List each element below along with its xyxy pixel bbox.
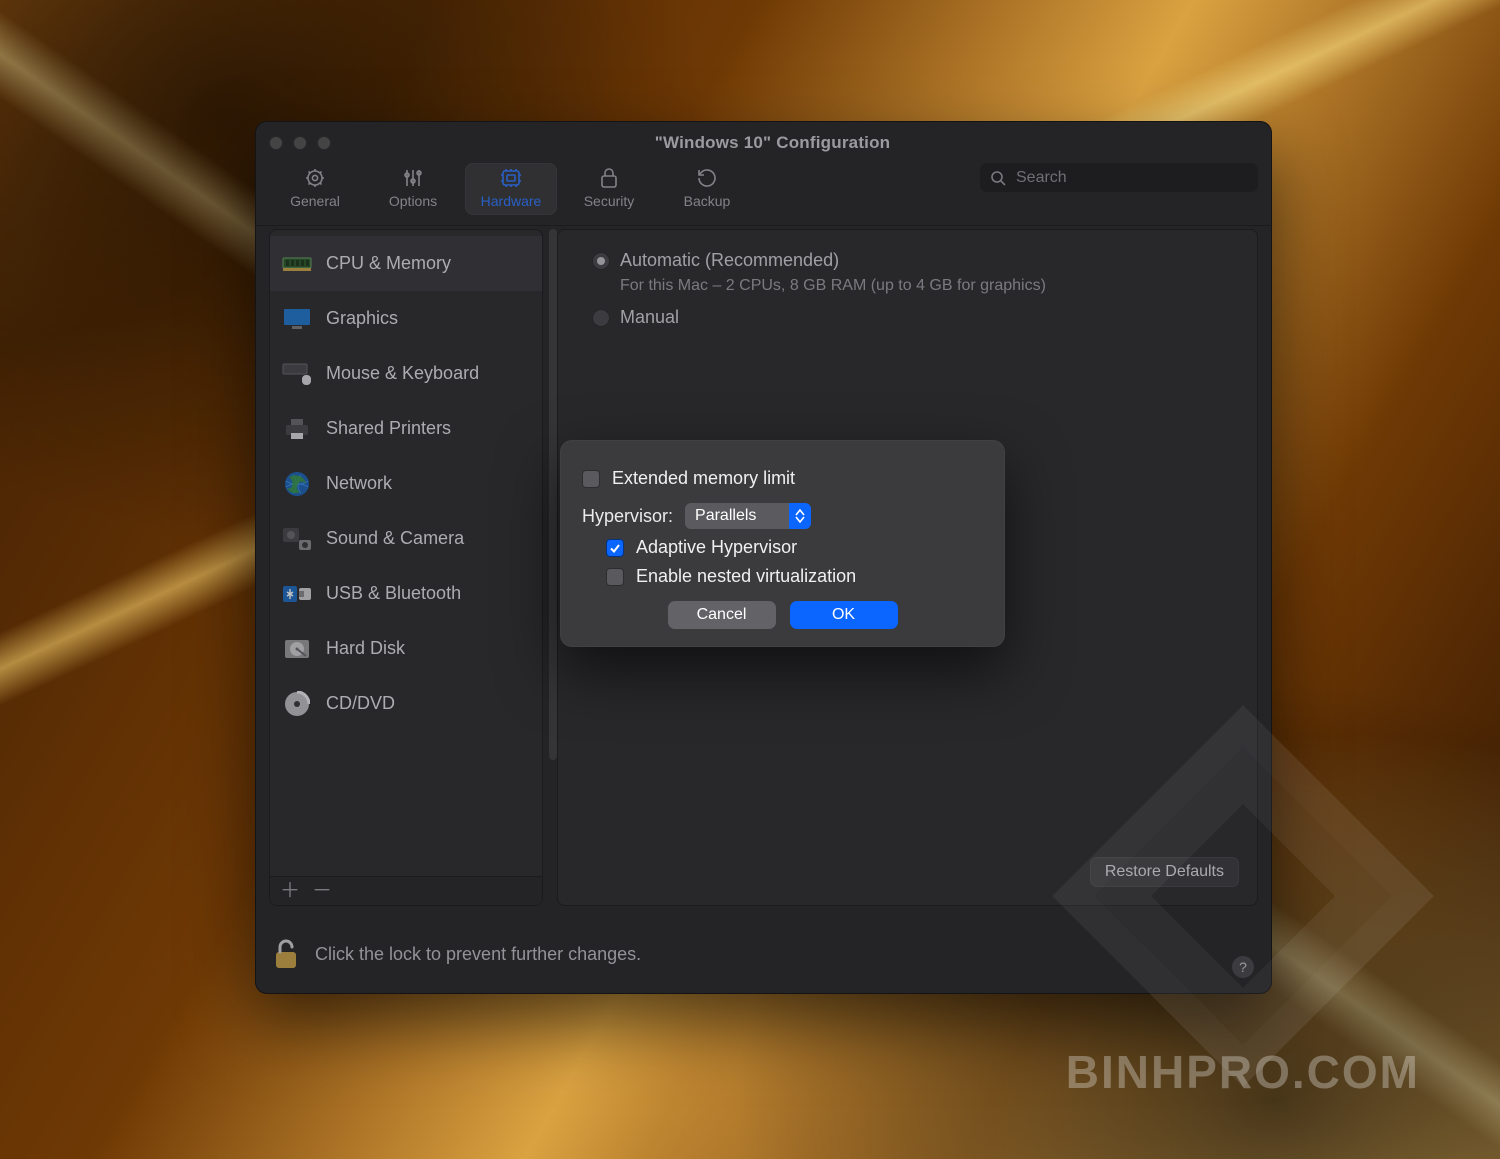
search-field[interactable] [980,163,1258,192]
lock-bar: Click the lock to prevent further change… [271,926,1256,982]
disc-icon [280,689,314,719]
window-traffic-lights [269,136,331,150]
nested-virtualization-row[interactable]: Enable nested virtualization [606,566,983,587]
hypervisor-row: Hypervisor: Parallels [582,503,983,529]
sidebar-item-label: Mouse & Keyboard [326,363,479,384]
radio-label: Automatic (Recommended) [620,250,839,271]
select-value: Parallels [695,507,756,525]
unlock-icon[interactable] [271,937,301,971]
lock-text: Click the lock to prevent further change… [315,944,641,965]
tab-general[interactable]: General [269,163,361,215]
printer-icon [280,414,314,444]
checkbox-icon [606,568,624,586]
adaptive-hypervisor-row[interactable]: Adaptive Hypervisor [606,537,983,558]
tab-label: General [290,193,340,209]
sidebar-item-mouse-keyboard[interactable]: Mouse & Keyboard [270,346,542,401]
display-icon [280,304,314,334]
minimize-icon[interactable] [293,136,307,150]
tab-backup[interactable]: Backup [661,163,753,215]
window-titlebar: "Windows 10" Configuration [255,121,1272,159]
chevron-up-down-icon [789,503,811,529]
restore-defaults-button[interactable]: Restore Defaults [1090,857,1239,887]
hard-disk-icon [280,634,314,664]
sidebar-item-label: CD/DVD [326,693,395,714]
sidebar-item-label: Hard Disk [326,638,405,659]
cancel-button[interactable]: Cancel [668,601,776,629]
automatic-subtext: For this Mac – 2 CPUs, 8 GB RAM (up to 4… [620,277,1235,295]
sliders-icon [399,167,427,189]
checkbox-icon [582,470,600,488]
lock-icon [595,167,623,189]
sidebar-item-label: Graphics [326,308,398,329]
search-icon [990,170,1006,186]
hypervisor-select[interactable]: Parallels [685,503,811,529]
sidebar-item-label: Sound & Camera [326,528,464,549]
sidebar-item-graphics[interactable]: Graphics [270,291,542,346]
chip-icon [497,167,525,189]
hypervisor-label: Hypervisor: [582,506,673,527]
sidebar-item-shared-printers[interactable]: Shared Printers [270,401,542,456]
radio-label: Manual [620,307,679,328]
help-button[interactable]: ? [1232,956,1254,978]
sidebar-item-network[interactable]: Network [270,456,542,511]
remove-button[interactable]: － [312,881,330,901]
sidebar-item-sound-camera[interactable]: Sound & Camera [270,511,542,566]
extended-memory-row[interactable]: Extended memory limit [582,468,983,489]
add-button[interactable]: ＋ [280,881,298,901]
sidebar: CPU & Memory Graphics Mouse & Keyboard [269,229,543,906]
tab-label: Security [584,193,635,209]
sheet-buttons: Cancel OK [582,601,983,629]
keyboard-mouse-icon [280,359,314,389]
sidebar-footer: ＋ － [270,876,542,905]
sidebar-list: CPU & Memory Graphics Mouse & Keyboard [270,230,542,876]
tab-label: Hardware [481,193,542,209]
sidebar-item-label: Shared Printers [326,418,451,439]
tab-hardware[interactable]: Hardware [465,163,557,215]
sidebar-scrollbar[interactable] [549,229,557,760]
ok-button[interactable]: OK [790,601,898,629]
gear-icon [301,167,329,189]
search-input[interactable] [1014,168,1248,188]
close-icon[interactable] [269,136,283,150]
radio-manual[interactable]: Manual [592,307,1235,328]
checkbox-label: Adaptive Hypervisor [636,537,797,558]
backup-icon [693,167,721,189]
checkbox-icon [606,539,624,557]
toolbar: General Options Hardware Security Backup [255,159,1272,226]
sidebar-item-label: USB & Bluetooth [326,583,461,604]
sidebar-item-hard-disk[interactable]: Hard Disk [270,621,542,676]
sidebar-item-cd-dvd[interactable]: CD/DVD [270,676,542,731]
tab-label: Backup [684,193,731,209]
zoom-icon[interactable] [317,136,331,150]
tab-label: Options [389,193,437,209]
sidebar-item-cpu-memory[interactable]: CPU & Memory [270,236,542,291]
usb-bluetooth-icon [280,579,314,609]
radio-icon [592,252,610,270]
window-title: "Windows 10" Configuration [357,133,1188,153]
checkbox-label: Extended memory limit [612,468,795,489]
radio-icon [592,309,610,327]
sidebar-item-usb-bluetooth[interactable]: USB & Bluetooth [270,566,542,621]
speaker-camera-icon [280,524,314,554]
sidebar-item-label: CPU & Memory [326,253,451,274]
globe-icon [280,469,314,499]
sidebar-item-label: Network [326,473,392,494]
advanced-sheet: Extended memory limit Hypervisor: Parall… [560,440,1005,647]
memory-icon [280,249,314,279]
checkbox-label: Enable nested virtualization [636,566,856,587]
radio-automatic[interactable]: Automatic (Recommended) [592,250,1235,271]
tab-security[interactable]: Security [563,163,655,215]
tab-options[interactable]: Options [367,163,459,215]
